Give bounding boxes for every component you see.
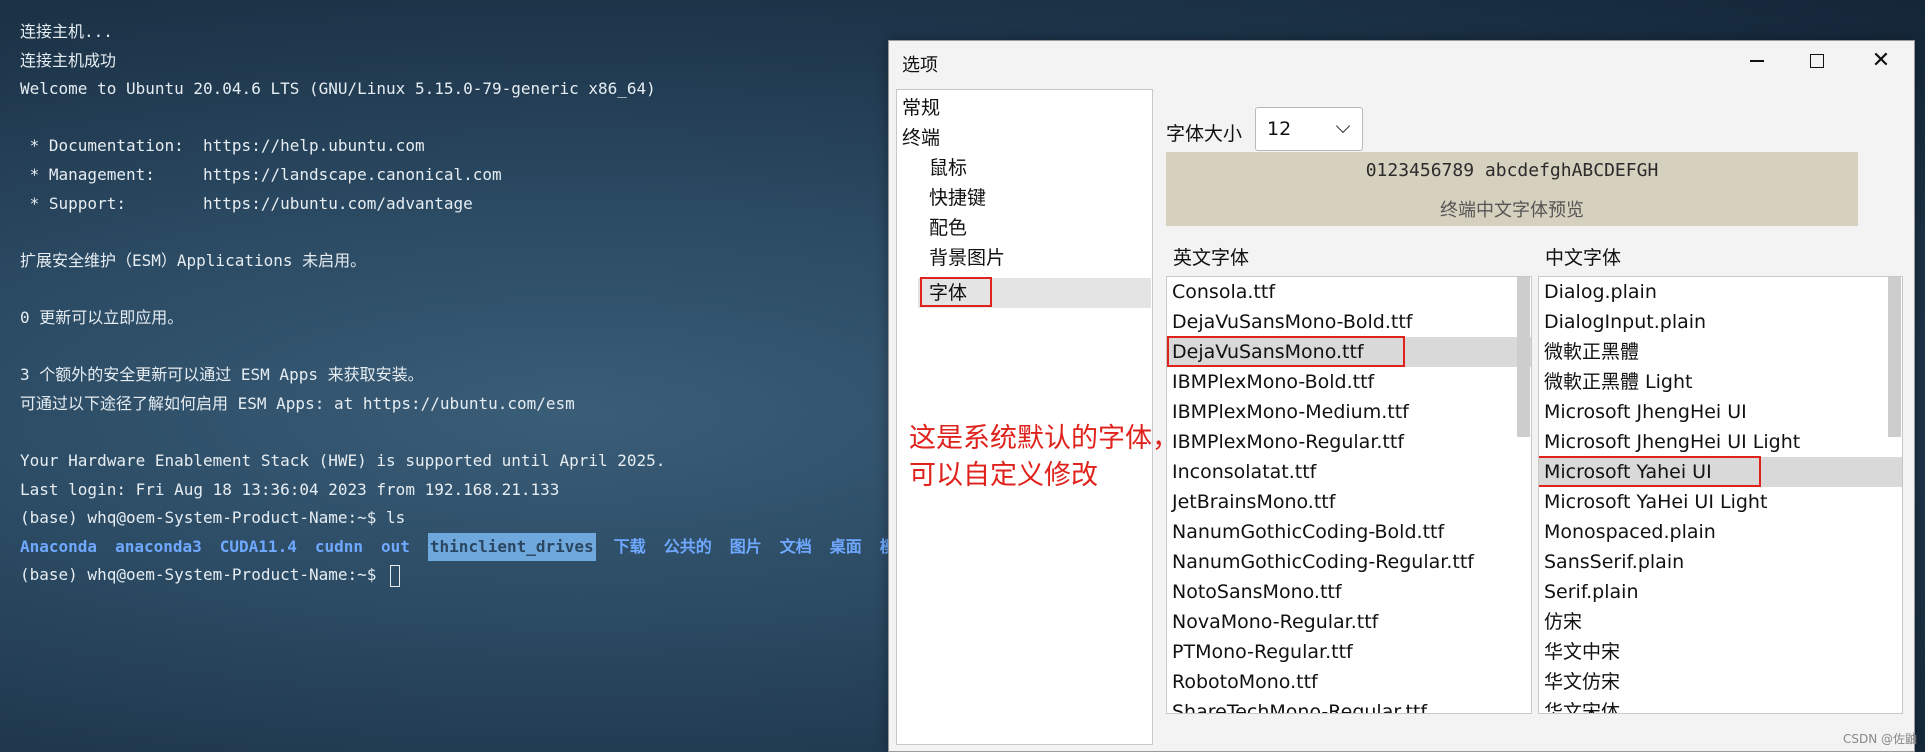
highlight-box (1539, 456, 1761, 487)
category-background-image[interactable]: 背景图片 (929, 244, 1005, 272)
dialog-titlebar[interactable]: 选项 ✕ (889, 41, 1914, 81)
minimize-button[interactable] (1727, 43, 1787, 79)
chinese-font-item[interactable]: SansSerif.plain (1539, 547, 1902, 577)
highlight-box (920, 277, 992, 307)
ls-item: 文档 (779, 536, 812, 556)
chinese-font-item[interactable]: Microsoft JhengHei UI Light (1539, 427, 1902, 457)
ls-item: 公共的 (663, 536, 712, 556)
english-font-item[interactable]: IBMPlexMono-Medium.ttf (1167, 397, 1531, 427)
chinese-font-item[interactable]: 微軟正黑體 (1539, 337, 1902, 367)
english-font-item[interactable]: DejaVuSansMono-Bold.ttf (1167, 307, 1531, 337)
maximize-icon (1810, 54, 1824, 68)
ls-item: Anaconda (20, 536, 98, 556)
scrollbar-thumb[interactable] (1517, 277, 1530, 437)
close-icon: ✕ (1871, 48, 1891, 73)
maximize-button[interactable] (1787, 43, 1847, 79)
english-font-list[interactable]: Consola.ttf DejaVuSansMono-Bold.ttf Deja… (1166, 276, 1532, 714)
font-preview: 0123456789 abcdefghABCDEFGH 终端中文字体预览 (1166, 152, 1858, 226)
annotation-line: 可以自定义修改 (909, 460, 1098, 491)
chinese-font-item[interactable]: DialogInput.plain (1539, 307, 1902, 337)
ls-item: cudnn (314, 536, 363, 556)
english-font-item[interactable]: NanumGothicCoding-Regular.ttf (1167, 547, 1531, 577)
terminal-prompt: (base) whq@oem-System-Product-Name:~$ (20, 565, 387, 585)
chinese-font-item[interactable]: 微軟正黑體 Light (1539, 367, 1902, 397)
chinese-font-item[interactable]: Serif.plain (1539, 577, 1902, 607)
annotation-line: 这是系统默认的字体， (909, 423, 1179, 454)
chevron-down-icon (1335, 118, 1351, 134)
chinese-font-item[interactable]: 华文宋体 (1539, 697, 1902, 713)
ls-item: CUDA11.4 (219, 536, 297, 556)
english-font-item[interactable]: RobotoMono.ttf (1167, 667, 1531, 697)
watermark: CSDN @佐鼬 (1843, 732, 1918, 746)
category-mouse[interactable]: 鼠标 (929, 154, 967, 182)
english-font-item[interactable]: PTMono-Regular.ttf (1167, 637, 1531, 667)
chinese-font-item[interactable]: 仿宋 (1539, 607, 1902, 637)
chinese-font-label: 中文字体 (1545, 247, 1622, 269)
minimize-icon (1750, 60, 1764, 62)
options-dialog: 选项 ✕ 常规 终端 鼠标 快捷键 配色 背景图片 字体 这是系统默认的字体， … (888, 40, 1915, 752)
english-font-item[interactable]: Inconsolatat.ttf (1167, 457, 1531, 487)
english-font-item[interactable]: ShareTechMono-Regular.ttf (1167, 697, 1531, 713)
font-size-value: 12 (1267, 118, 1292, 140)
chinese-font-list[interactable]: Dialog.plain DialogInput.plain 微軟正黑體 微軟正… (1538, 276, 1903, 714)
highlight-box (1167, 336, 1405, 367)
chinese-font-item[interactable]: Dialog.plain (1539, 277, 1902, 307)
english-font-item[interactable]: Consola.ttf (1167, 277, 1531, 307)
font-size-select[interactable]: 12 (1255, 107, 1363, 151)
ls-item: 下载 (613, 536, 646, 556)
chinese-font-item[interactable]: Monospaced.plain (1539, 517, 1902, 547)
english-font-label: 英文字体 (1173, 247, 1250, 269)
category-terminal[interactable]: 终端 (902, 124, 940, 152)
ls-item-selected: thinclient_drives (427, 532, 596, 562)
scrollbar-thumb[interactable] (1888, 277, 1901, 437)
dialog-title: 选项 (902, 55, 938, 76)
annotation-text: 这是系统默认的字体， 可以自定义修改 (909, 420, 1179, 494)
english-font-item[interactable]: NanumGothicCoding-Bold.ttf (1167, 517, 1531, 547)
preview-sample-text: 0123456789 abcdefghABCDEFGH (1365, 160, 1659, 181)
ls-item: out (381, 536, 410, 556)
ls-item: anaconda3 (115, 536, 202, 556)
text-cursor (390, 564, 401, 587)
chinese-font-item[interactable]: Microsoft JhengHei UI (1539, 397, 1902, 427)
english-font-item[interactable]: IBMPlexMono-Bold.ttf (1167, 367, 1531, 397)
category-shortcuts[interactable]: 快捷键 (929, 184, 986, 212)
font-size-label: 字体大小 (1166, 123, 1243, 145)
preview-caption: 终端中文字体预览 (1440, 200, 1584, 221)
english-font-item[interactable]: JetBrainsMono.ttf (1167, 487, 1531, 517)
english-font-item[interactable]: NotoSansMono.ttf (1167, 577, 1531, 607)
category-general[interactable]: 常规 (902, 94, 940, 122)
english-font-item[interactable]: NovaMono-Regular.ttf (1167, 607, 1531, 637)
category-color-scheme[interactable]: 配色 (929, 214, 967, 242)
english-font-item[interactable]: IBMPlexMono-Regular.ttf (1167, 427, 1531, 457)
chinese-font-item[interactable]: 华文仿宋 (1539, 667, 1902, 697)
chinese-font-item[interactable]: Microsoft YaHei UI Light (1539, 487, 1902, 517)
ls-item: 桌面 (829, 536, 862, 556)
ls-item: 图片 (729, 536, 762, 556)
category-tree: 常规 终端 鼠标 快捷键 配色 背景图片 字体 这是系统默认的字体， 可以自定义… (896, 89, 1179, 745)
close-button[interactable]: ✕ (1851, 43, 1911, 79)
chinese-font-item[interactable]: 华文中宋 (1539, 637, 1902, 667)
